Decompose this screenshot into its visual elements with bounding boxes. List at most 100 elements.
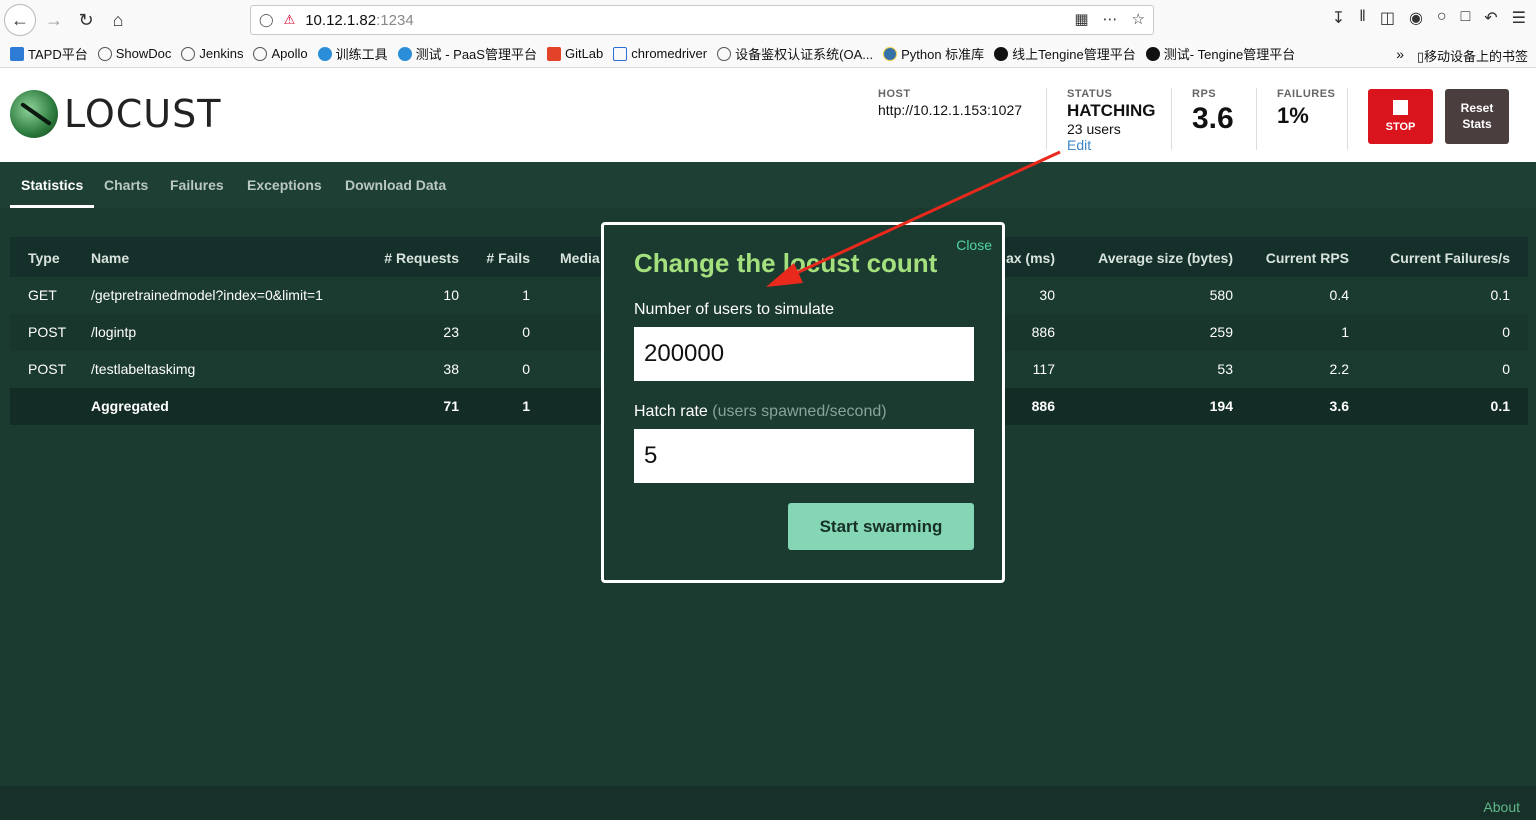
- globe-icon: [97, 46, 112, 61]
- hatch-rate-input[interactable]: [634, 429, 974, 483]
- cell-avg-size: 53: [1217, 361, 1233, 377]
- cell-requests: 23: [443, 324, 459, 340]
- undo-icon[interactable]: ↶: [1484, 8, 1497, 28]
- bookmark-star-icon[interactable]: ☆: [1132, 10, 1145, 28]
- failures-value: 1%: [1277, 103, 1309, 128]
- cell-max: 117: [1032, 361, 1055, 377]
- qr-code-icon[interactable]: ▦: [1074, 10, 1088, 28]
- divider: [1171, 88, 1172, 150]
- tab-download-data[interactable]: Download Data: [345, 177, 446, 193]
- cell-max: 886: [1031, 324, 1055, 340]
- column-header[interactable]: Name: [91, 237, 129, 279]
- bookmark-label: chromedriver: [631, 46, 708, 61]
- bookmark-label: Jenkins: [199, 46, 244, 61]
- cell-name: /logintp: [91, 324, 137, 340]
- cell-requests: 10: [443, 287, 459, 303]
- reset-stats-button[interactable]: Reset Stats: [1445, 89, 1509, 144]
- cell-avg-size: 259: [1209, 324, 1233, 340]
- column-header[interactable]: Average size (bytes): [1098, 237, 1233, 279]
- hatch-rate-hint: (users spawned/second): [712, 403, 887, 420]
- bookmark-item[interactable]: Python 标准库: [883, 44, 984, 63]
- bookmark-label: 线上Tengine管理平台: [1012, 47, 1136, 62]
- sidebar-icon[interactable]: ◫: [1380, 8, 1395, 28]
- column-header[interactable]: Current RPS: [1266, 237, 1349, 279]
- host-label: HOST: [878, 88, 911, 100]
- cell-rps: 2.2: [1329, 361, 1349, 377]
- chromedriver-icon: [613, 46, 628, 61]
- cell-failures-per-s: 0: [1502, 324, 1510, 340]
- bookmark-label: 设备鉴权认证系统(OA...: [735, 47, 874, 62]
- bookmark-item[interactable]: ShowDoc: [97, 46, 171, 61]
- stop-button[interactable]: STOP: [1368, 89, 1433, 144]
- gitlab-icon: [546, 46, 561, 61]
- tab-statistics[interactable]: Statistics: [21, 177, 83, 193]
- column-header[interactable]: Current Failures/s: [1390, 237, 1510, 279]
- bookmark-item[interactable]: TAPD平台: [10, 44, 88, 63]
- bookmark-label: Python 标准库: [901, 47, 985, 62]
- tab-exceptions[interactable]: Exceptions: [247, 177, 322, 193]
- status-users: 23 users: [1067, 121, 1121, 137]
- cell-max: 30: [1039, 287, 1055, 303]
- bookmark-label: TAPD平台: [28, 47, 88, 62]
- cell-fails: 1: [522, 398, 530, 414]
- divider: [1046, 88, 1047, 150]
- bookmark-item[interactable]: GitLab: [546, 46, 603, 61]
- bookmark-item[interactable]: 线上Tengine管理平台: [994, 44, 1136, 63]
- forward-icon[interactable]: →: [38, 4, 70, 36]
- bookmark-item[interactable]: 测试- Tengine管理平台: [1145, 44, 1296, 63]
- about-link[interactable]: About: [1483, 799, 1520, 815]
- logo-text: LOCUST: [64, 92, 222, 136]
- tapd-icon: [10, 46, 24, 61]
- users-input[interactable]: [634, 327, 974, 381]
- bookmark-label: 测试- Tengine管理平台: [1163, 47, 1296, 62]
- screenshot-icon[interactable]: □: [1461, 8, 1471, 28]
- column-header[interactable]: ax (ms): [1006, 237, 1055, 279]
- column-header[interactable]: Media: [560, 237, 600, 279]
- host-value: http://10.12.1.153:1027: [878, 102, 1023, 118]
- bookmark-item[interactable]: 测试 - PaaS管理平台: [397, 44, 537, 63]
- tab-charts[interactable]: Charts: [104, 177, 148, 193]
- phone-icon: ▯: [1416, 49, 1424, 64]
- more-actions-icon[interactable]: ⋯: [1103, 10, 1118, 28]
- menu-icon[interactable]: ☰: [1512, 8, 1526, 28]
- insecure-lock-icon[interactable]: ⚠: [284, 12, 296, 28]
- start-swarming-button[interactable]: Start swarming: [788, 503, 974, 550]
- account-icon[interactable]: ◉: [1409, 8, 1423, 28]
- bookmark-item[interactable]: 训练工具: [317, 44, 388, 63]
- locust-header: LOCUST HOST http://10.12.1.153:1027 STAT…: [0, 68, 1536, 162]
- cell-requests: 38: [443, 361, 459, 377]
- bookmark-item[interactable]: Apollo: [253, 46, 308, 61]
- globe-icon: [181, 46, 196, 61]
- cell-fails: 0: [522, 324, 530, 340]
- tengine-icon: [1145, 46, 1160, 61]
- hatch-rate-label: Hatch rate (users spawned/second): [634, 403, 887, 421]
- column-header[interactable]: Type: [28, 237, 60, 279]
- bookmark-label: 测试 - PaaS管理平台: [415, 47, 537, 62]
- close-button[interactable]: Close: [956, 237, 992, 253]
- rps-block: RPS 3.6: [1192, 88, 1234, 136]
- cell-rps: 3.6: [1329, 398, 1349, 414]
- failures-label: FAILURES: [1277, 88, 1336, 100]
- bookmark-item[interactable]: 设备鉴权认证系统(OA...: [717, 44, 873, 63]
- mobile-bookmarks[interactable]: ▯移动设备上的书签: [1417, 46, 1528, 65]
- edit-link[interactable]: Edit: [1067, 137, 1155, 153]
- chevron-double-right-icon[interactable]: »: [1396, 46, 1404, 62]
- bookmark-item[interactable]: Jenkins: [181, 46, 243, 61]
- url-host: 10.12.1.82: [305, 11, 377, 29]
- bookmark-item[interactable]: chromedriver: [613, 46, 707, 61]
- home-icon[interactable]: ⌂: [102, 4, 134, 36]
- chat-icon[interactable]: ○: [1437, 8, 1447, 28]
- host-block: HOST http://10.12.1.153:1027: [878, 88, 1022, 118]
- paas-icon: [397, 46, 412, 61]
- download-icon[interactable]: ↧: [1332, 8, 1345, 28]
- library-icon[interactable]: ‖: [1359, 8, 1366, 28]
- column-header[interactable]: # Fails: [486, 237, 530, 279]
- cell-name: Aggregated: [91, 398, 169, 414]
- tab-failures[interactable]: Failures: [170, 177, 224, 193]
- status-value: HATCHING: [1067, 101, 1156, 120]
- column-header[interactable]: # Requests: [384, 237, 459, 279]
- back-icon[interactable]: ←: [4, 4, 36, 36]
- url-bar[interactable]: ◯ ⚠ 10.12.1.82:1234 ▦ ⋯ ☆: [250, 5, 1154, 35]
- cell-type: POST: [28, 324, 67, 340]
- reload-icon[interactable]: ↻: [70, 4, 102, 36]
